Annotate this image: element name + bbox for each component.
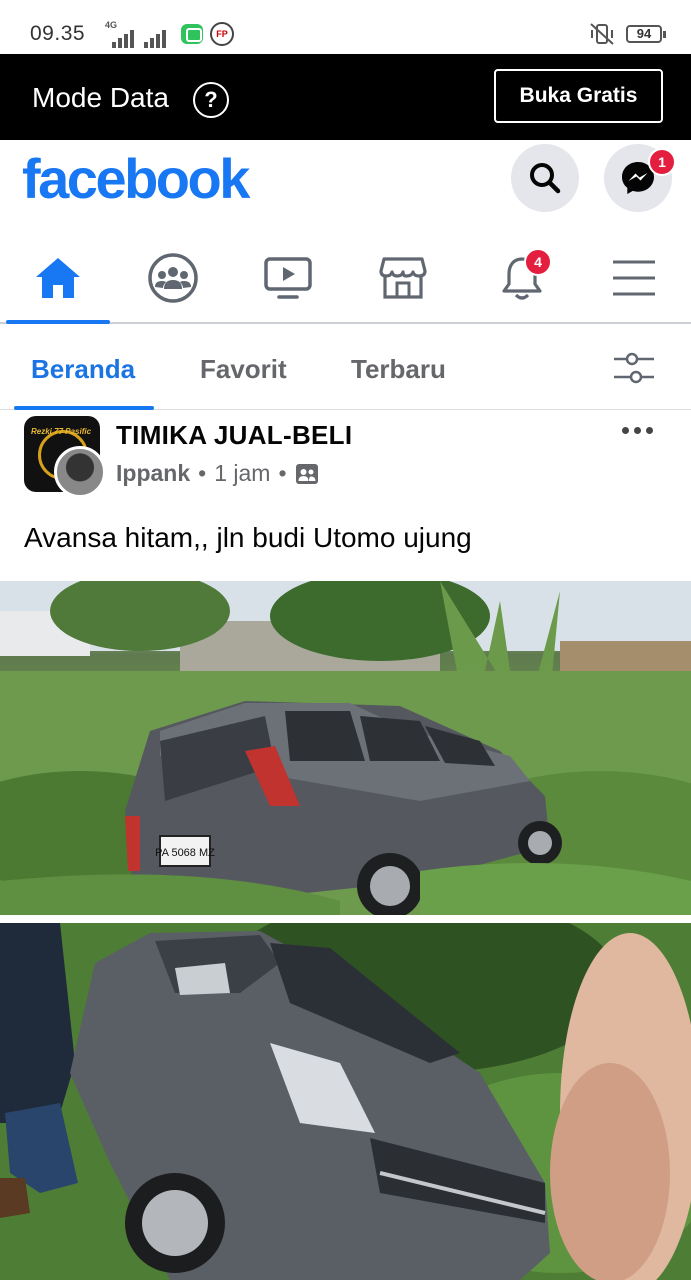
- marketplace-icon: [379, 257, 427, 299]
- status-time: 09.35: [30, 22, 86, 45]
- mute-vibrate-icon: [590, 23, 614, 45]
- license-plate-text: PA 5068 MZ: [155, 847, 215, 859]
- car-front-illustration: [0, 923, 691, 1280]
- facebook-logo[interactable]: facebook: [22, 146, 250, 211]
- signal-icon: [112, 28, 134, 48]
- battery-icon: 94: [626, 25, 666, 43]
- nav-home[interactable]: [6, 232, 110, 324]
- group-avatar-text: Rezki 77 Pasific: [31, 427, 92, 436]
- app-notification-icon: FP: [210, 22, 234, 46]
- tab-beranda[interactable]: Beranda: [31, 354, 135, 385]
- nav-marketplace[interactable]: [351, 232, 455, 324]
- hamburger-menu-icon: [613, 260, 655, 296]
- group-privacy-icon: [295, 463, 318, 484]
- nav-menu[interactable]: [582, 232, 686, 324]
- author-avatar[interactable]: [54, 446, 106, 498]
- post-text: Avansa hitam,, jln budi Utomo ujung: [24, 522, 472, 553]
- filter-icon[interactable]: [612, 350, 656, 386]
- help-icon[interactable]: ?: [193, 82, 229, 118]
- watch-icon: [264, 257, 312, 299]
- signal-icon-2: [144, 28, 166, 48]
- line-app-icon: [181, 24, 203, 44]
- meta-dot: •: [278, 460, 287, 486]
- nav-active-underline: [6, 320, 110, 324]
- status-bar: 09.35 4G FP 94: [0, 0, 691, 54]
- main-nav: 4: [0, 232, 691, 324]
- home-icon: [36, 258, 80, 298]
- tab-terbaru[interactable]: Terbaru: [351, 354, 446, 385]
- nav-groups[interactable]: [121, 232, 225, 324]
- groups-icon: [148, 253, 198, 303]
- nav-notifications[interactable]: 4: [470, 232, 574, 324]
- free-mode-button[interactable]: Buka Gratis: [494, 69, 663, 123]
- nav-watch[interactable]: [236, 232, 340, 324]
- post-author[interactable]: Ippank: [116, 460, 190, 487]
- feed-post: Rezki 77 Pasific TIMIKA JUAL-BELI Ippank…: [0, 410, 691, 1280]
- search-icon: [530, 163, 561, 194]
- post-more-icon[interactable]: [622, 420, 658, 440]
- messenger-button[interactable]: 1: [604, 144, 676, 212]
- post-photo-1[interactable]: PA 5068 MZ: [0, 581, 691, 915]
- post-meta: Ippank • 1 jam •: [116, 460, 319, 487]
- post-time[interactable]: 1 jam: [214, 460, 270, 487]
- post-group-name[interactable]: TIMIKA JUAL-BELI: [116, 420, 352, 451]
- tab-favorit[interactable]: Favorit: [200, 354, 287, 385]
- data-mode-title: Mode Data: [32, 82, 169, 113]
- feed-tabs: Beranda Favorit Terbaru: [0, 326, 691, 410]
- app-header: facebook 1: [0, 140, 691, 230]
- meta-dot: •: [198, 460, 207, 486]
- messenger-badge: 1: [648, 148, 676, 176]
- data-mode-bar: Mode Data ? Buka Gratis: [0, 54, 691, 140]
- post-photo-2[interactable]: [0, 923, 691, 1280]
- search-button[interactable]: [511, 144, 579, 212]
- car-rear-illustration: PA 5068 MZ: [0, 581, 691, 915]
- notifications-badge: 4: [524, 248, 552, 276]
